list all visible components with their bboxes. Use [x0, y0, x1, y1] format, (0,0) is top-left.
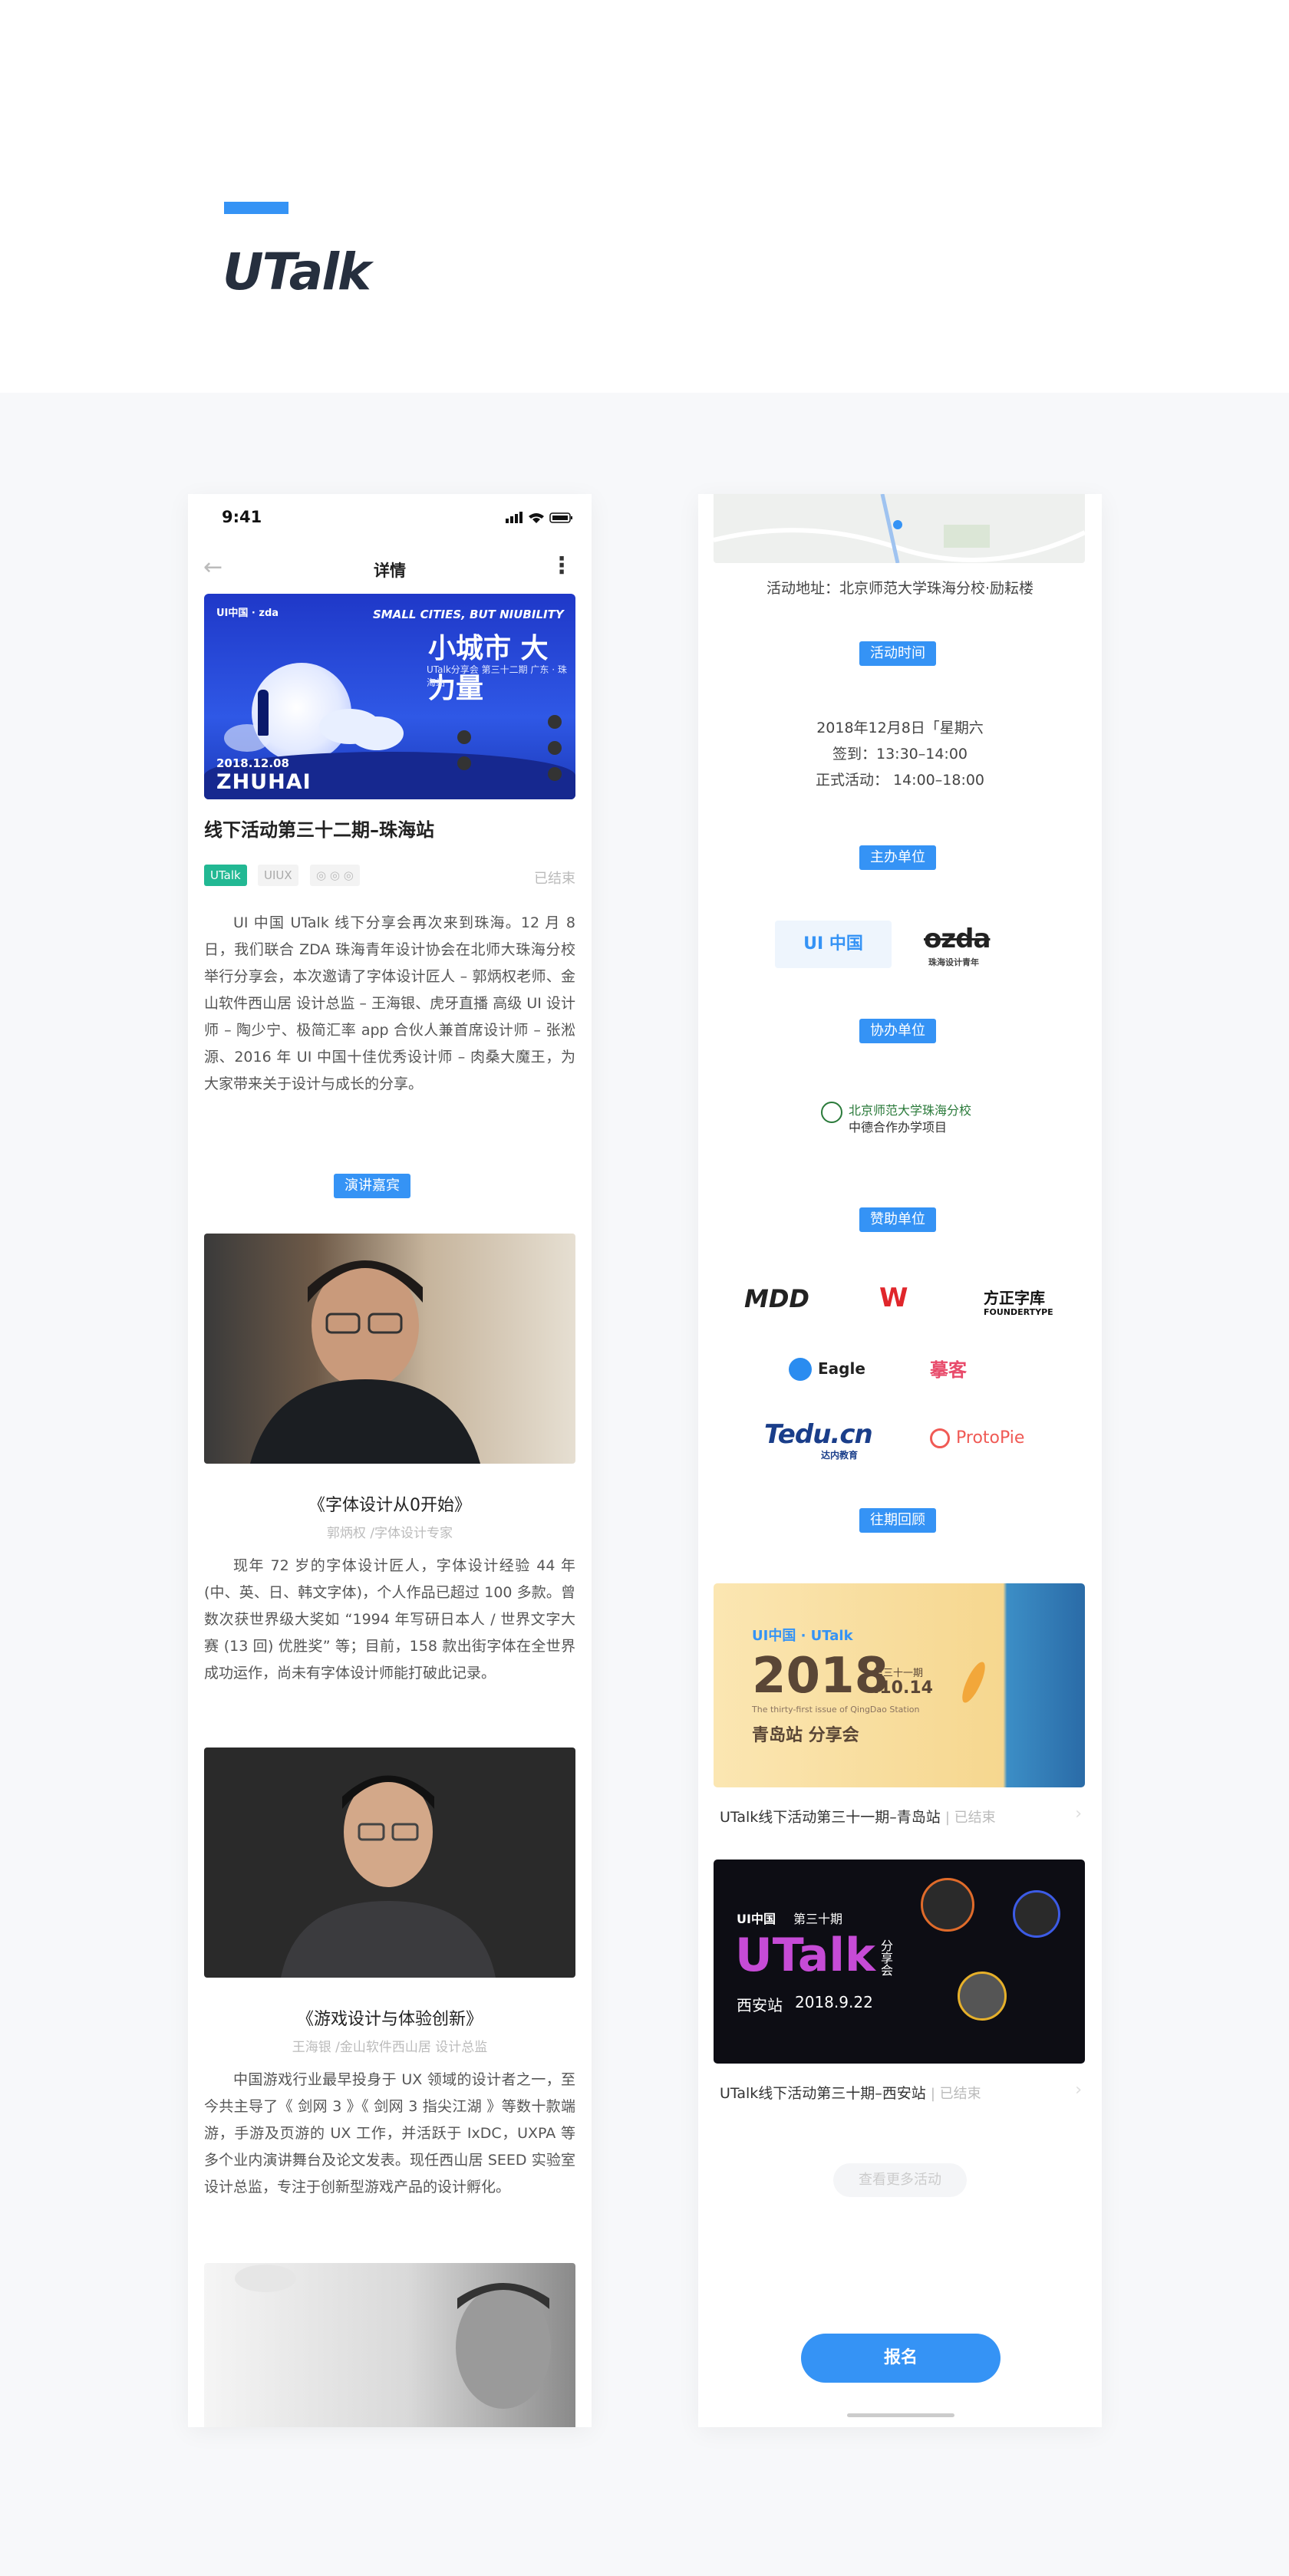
talk-description: 现年 72 岁的字体设计匠人，字体设计经验 44 年 (中、英、日、韩文字体)，…: [204, 1557, 575, 1682]
event-banner: UI中国 · zda SMALL CITIES, BUT NIUBILITY 小…: [204, 594, 575, 799]
co-name: 北京师范大学珠海分校: [849, 1103, 972, 1118]
page-title: UTalk: [223, 242, 371, 301]
card-issue: 第三十期: [793, 1912, 843, 1926]
status-bar: 9:41: [188, 494, 592, 542]
event-address: 活动地址：北京师范大学珠海分校·励耘楼: [766, 580, 1034, 597]
zda-logo: ozda: [924, 924, 991, 954]
event-intro: UI 中国 UTalk 线下分享会再次来到珠海。12 月 8 日，我们联合 ZD…: [204, 914, 575, 1092]
past-event-card[interactable]: UI中国 第三十期 UTalk 分享会 西安站 2018.9.22: [714, 1860, 1085, 2064]
sponsor-label: 赞助单位: [859, 1207, 936, 1232]
talk-speaker: 王海银 /金山软件西山居 设计总监: [292, 2040, 488, 2055]
past-event-row[interactable]: UTalk线下活动第三十一期–青岛站 | 已结束: [720, 1806, 996, 1827]
header-area: UTalk: [0, 0, 1289, 393]
card-city: 青岛站 分享会: [752, 1726, 859, 1745]
protopie-icon: [930, 1428, 950, 1448]
more-events-button[interactable]: 查看更多活动: [833, 2163, 967, 2197]
status-time: 9:41: [222, 508, 262, 526]
past-label: 往期回顾: [859, 1508, 936, 1533]
founder-logo: 方正字库: [984, 1289, 1045, 1307]
eagle-icon: [789, 1358, 812, 1381]
card-brand: UI中国 · UTalk: [752, 1628, 853, 1644]
protopie-logo: ProtoPie: [956, 1428, 1025, 1448]
card-date: .10.14: [873, 1678, 933, 1698]
time-label: 活动时间: [859, 641, 936, 666]
past-event-status: 已结束: [939, 2086, 981, 2102]
past-event-status: 已结束: [954, 1810, 996, 1826]
card-city: 西安站: [737, 1996, 783, 2014]
location-map[interactable]: [714, 494, 1085, 563]
time-line: 签到：13:30–14:00: [832, 746, 968, 763]
chevron-right-icon[interactable]: ›: [1075, 2080, 1082, 2100]
ui-china-logo: UI 中国: [775, 921, 892, 968]
status-badge: 已结束: [534, 871, 575, 887]
zda-sub: 珠海设计青年: [928, 957, 979, 967]
host-label: 主办单位: [859, 845, 936, 870]
co-label: 协办单位: [859, 1019, 936, 1043]
status-icons: [506, 512, 572, 523]
time-line: 正式活动： 14:00–18:00: [815, 772, 985, 789]
talk-title: 《字体设计从0开始》: [308, 1496, 471, 1515]
card-word: UTalk: [735, 1929, 875, 1982]
card-share: 分享会: [879, 1939, 893, 1976]
speaker-photo: [204, 1234, 575, 1464]
speaker-photo: [204, 1748, 575, 1978]
phone-detail-screen: 9:41 ← 详情 ⋮ UI中国 · zda SMALL CITIES, BUT…: [188, 494, 592, 2427]
co-sub: 中德合作办学项目: [849, 1120, 948, 1135]
banner-tagline: SMALL CITIES, BUT NIUBILITY: [373, 608, 564, 621]
signup-button[interactable]: 报名: [801, 2334, 1001, 2383]
banner-city: ZHUHAI: [216, 770, 312, 794]
time-line: 2018年12月8日「星期六: [816, 720, 984, 736]
tag-uiux: UIUX: [258, 865, 298, 886]
founder-sub: FOUNDERTYPE: [984, 1307, 1053, 1317]
phone-detail-screen-scrolled: 活动地址：北京师范大学珠海分校·励耘楼 活动时间 2018年12月8日「星期六 …: [698, 494, 1102, 2427]
card-brand: UI中国: [737, 1912, 776, 1926]
card-year: 2018: [752, 1648, 889, 1705]
chevron-right-icon[interactable]: ›: [1075, 1804, 1082, 1823]
card-issue: 第三十一期: [873, 1668, 924, 1679]
mockplus-logo: 摹客: [930, 1359, 967, 1381]
more-vertical-icon[interactable]: ⋮: [550, 552, 573, 579]
wps-logo: W: [879, 1283, 908, 1313]
mdd-logo: MDD: [744, 1284, 809, 1313]
tedu-logo: Tedu.cn: [764, 1419, 873, 1450]
nav-title: 详情: [374, 562, 406, 580]
person-silhouette: [258, 690, 269, 736]
talk-description: 中国游戏行业最早投身于 UX 领域的设计者之一，至今共主导了《 剑网 3 》《 …: [204, 2071, 575, 2196]
talk-speaker: 郭炳权 /字体设计专家: [326, 1526, 453, 1541]
nav-bar: ← 详情 ⋮: [188, 546, 592, 592]
tag-row: UTalk UIUX ◎ ◎ ◎ 已结束: [204, 865, 575, 888]
past-event-title: UTalk线下活动第三十一期–青岛站: [720, 1809, 941, 1826]
card-date: 2018.9.22: [795, 1993, 873, 2011]
card-en: The thirty-first issue of QingDao Statio…: [752, 1705, 920, 1715]
talk-title: 《游戏设计与体验创新》: [296, 2010, 483, 2029]
tag-icons: ◎ ◎ ◎: [310, 865, 360, 886]
eagle-logo: Eagle: [818, 1359, 865, 1378]
banner-logo: UI中国 · zda: [216, 608, 279, 619]
tedu-sub: 达内教育: [821, 1450, 859, 1461]
speaker-photo: [204, 2263, 575, 2427]
university-seal: [821, 1102, 842, 1123]
event-title: 线下活动第三十二期–珠海站: [204, 819, 434, 841]
past-event-title: UTalk线下活动第三十期–西安站: [720, 2085, 926, 2102]
tag-utalk: UTalk: [204, 865, 247, 886]
home-indicator: [847, 2413, 954, 2417]
speakers-label: 演讲嘉宾: [334, 1174, 410, 1198]
accent-bar: [224, 202, 288, 214]
banner-subtitle: UTalk分享会 第三十二期 广东 · 珠海站: [427, 664, 567, 688]
past-event-row[interactable]: UTalk线下活动第三十期–西安站 | 已结束: [720, 2082, 981, 2103]
banner-date: 2018.12.08: [216, 756, 289, 770]
past-event-card[interactable]: UI中国 · UTalk 2018 第三十一期 .10.14 The thirt…: [714, 1583, 1085, 1787]
